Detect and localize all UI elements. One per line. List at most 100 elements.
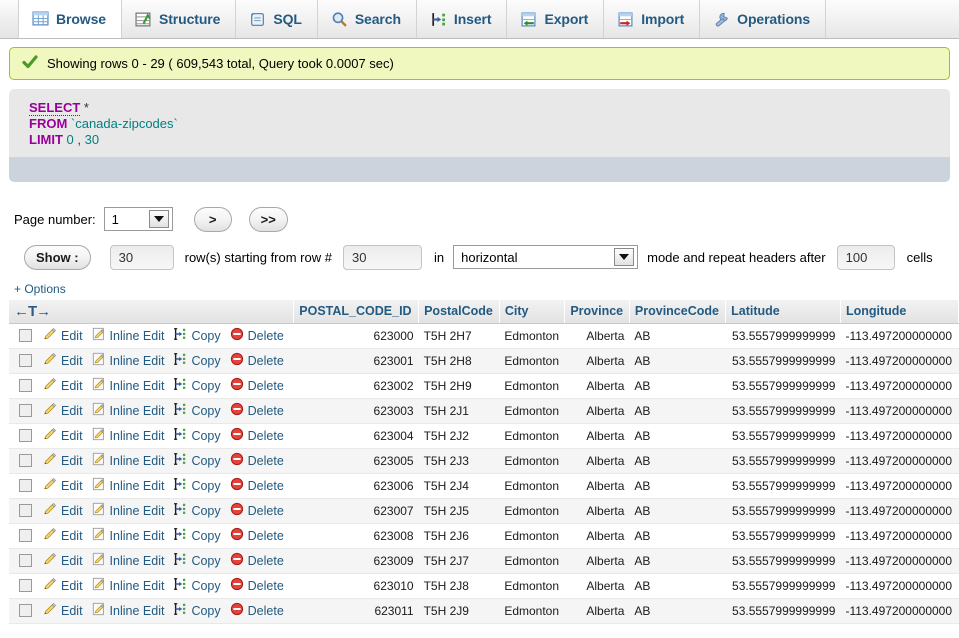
table-row[interactable]: EditInline EditCopyDelete623005T5H 2J3Ed…: [9, 448, 959, 473]
inline-edit-link[interactable]: Inline Edit: [110, 329, 165, 343]
edit-link[interactable]: Edit: [61, 554, 83, 568]
edit-link[interactable]: Edit: [61, 604, 83, 618]
delete-link[interactable]: Delete: [248, 579, 284, 593]
delete-link[interactable]: Delete: [248, 404, 284, 418]
copy-link[interactable]: Copy: [191, 354, 220, 368]
delete-link[interactable]: Delete: [248, 504, 284, 518]
row-checkbox[interactable]: [19, 504, 32, 517]
inline-edit-link[interactable]: Inline Edit: [110, 529, 165, 543]
inline-edit-link[interactable]: Inline Edit: [110, 579, 165, 593]
row-checkbox[interactable]: [19, 329, 32, 342]
delete-link[interactable]: Delete: [248, 479, 284, 493]
table-row[interactable]: EditInline EditCopyDelete623004T5H 2J2Ed…: [9, 423, 959, 448]
sql-line-1: SELECT *: [29, 100, 950, 116]
edit-link[interactable]: Edit: [61, 329, 83, 343]
tab-import[interactable]: Import: [603, 0, 700, 38]
table-row[interactable]: EditInline EditCopyDelete623011T5H 2J9Ed…: [9, 598, 959, 623]
next-page-button[interactable]: >: [194, 207, 232, 232]
delete-link[interactable]: Delete: [248, 454, 284, 468]
edit-link[interactable]: Edit: [61, 354, 83, 368]
copy-link[interactable]: Copy: [191, 429, 220, 443]
copy-link[interactable]: Copy: [191, 329, 220, 343]
row-checkbox[interactable]: [19, 379, 32, 392]
inline-edit-icon: [92, 452, 106, 469]
tab-operations[interactable]: Operations: [699, 0, 826, 38]
tab-insert[interactable]: Insert: [416, 0, 508, 38]
header-city[interactable]: City: [499, 300, 564, 323]
table-row[interactable]: EditInline EditCopyDelete623007T5H 2J5Ed…: [9, 498, 959, 523]
table-row[interactable]: EditInline EditCopyDelete623003T5H 2J1Ed…: [9, 398, 959, 423]
delete-link[interactable]: Delete: [248, 379, 284, 393]
copy-link[interactable]: Copy: [191, 579, 220, 593]
copy-link[interactable]: Copy: [191, 554, 220, 568]
display-mode-select[interactable]: horizontal: [453, 245, 638, 269]
edit-link[interactable]: Edit: [61, 529, 83, 543]
header-postalcode[interactable]: PostalCode: [419, 300, 500, 323]
tab-sql[interactable]: SQL: [235, 0, 317, 38]
start-row-input[interactable]: [343, 245, 422, 270]
row-checkbox[interactable]: [19, 354, 32, 367]
inline-edit-link[interactable]: Inline Edit: [110, 354, 165, 368]
inline-edit-link[interactable]: Inline Edit: [110, 504, 165, 518]
header-provincecode[interactable]: ProvinceCode: [629, 300, 725, 323]
edit-link[interactable]: Edit: [61, 379, 83, 393]
header-longitude[interactable]: Longitude: [840, 300, 958, 323]
edit-link[interactable]: Edit: [61, 429, 83, 443]
delete-link[interactable]: Delete: [248, 354, 284, 368]
inline-edit-link[interactable]: Inline Edit: [110, 554, 165, 568]
copy-link[interactable]: Copy: [191, 504, 220, 518]
row-checkbox[interactable]: [19, 454, 32, 467]
table-row[interactable]: EditInline EditCopyDelete623002T5H 2H9Ed…: [9, 373, 959, 398]
table-row[interactable]: EditInline EditCopyDelete623010T5H 2J8Ed…: [9, 573, 959, 598]
table-row[interactable]: EditInline EditCopyDelete623008T5H 2J6Ed…: [9, 523, 959, 548]
repeat-headers-input[interactable]: [837, 245, 895, 270]
table-row[interactable]: EditInline EditCopyDelete623009T5H 2J7Ed…: [9, 548, 959, 573]
tab-browse[interactable]: Browse: [18, 0, 122, 38]
delete-link[interactable]: Delete: [248, 554, 284, 568]
row-checkbox[interactable]: [19, 529, 32, 542]
copy-link[interactable]: Copy: [191, 404, 220, 418]
inline-edit-link[interactable]: Inline Edit: [110, 429, 165, 443]
inline-edit-link[interactable]: Inline Edit: [110, 604, 165, 618]
row-checkbox[interactable]: [19, 429, 32, 442]
copy-link[interactable]: Copy: [191, 454, 220, 468]
row-checkbox[interactable]: [19, 554, 32, 567]
last-page-button[interactable]: >>: [249, 207, 288, 232]
row-checkbox[interactable]: [19, 579, 32, 592]
header-postal-code-id[interactable]: POSTAL_CODE_ID: [294, 300, 419, 323]
copy-link[interactable]: Copy: [191, 529, 220, 543]
edit-link[interactable]: Edit: [61, 479, 83, 493]
tab-export[interactable]: Export: [506, 0, 604, 38]
options-toggle-link[interactable]: + Options: [0, 282, 66, 300]
sql-query-box[interactable]: SELECT * FROM `canada-zipcodes` LIMIT 0 …: [9, 89, 950, 157]
tab-structure[interactable]: Structure: [121, 0, 236, 38]
delete-link[interactable]: Delete: [248, 529, 284, 543]
delete-link[interactable]: Delete: [248, 604, 284, 618]
copy-link[interactable]: Copy: [191, 379, 220, 393]
tab-search[interactable]: Search: [317, 0, 417, 38]
table-row[interactable]: EditInline EditCopyDelete623000T5H 2H7Ed…: [9, 323, 959, 348]
inline-edit-link[interactable]: Inline Edit: [110, 479, 165, 493]
table-row[interactable]: EditInline EditCopyDelete623001T5H 2H8Ed…: [9, 348, 959, 373]
header-sort-arrows[interactable]: ←T→: [9, 300, 294, 323]
edit-link[interactable]: Edit: [61, 579, 83, 593]
copy-link[interactable]: Copy: [191, 604, 220, 618]
delete-link[interactable]: Delete: [248, 429, 284, 443]
row-checkbox[interactable]: [19, 479, 32, 492]
rows-count-input[interactable]: [110, 245, 174, 270]
row-checkbox[interactable]: [19, 404, 32, 417]
table-row[interactable]: EditInline EditCopyDelete623006T5H 2J4Ed…: [9, 473, 959, 498]
inline-edit-link[interactable]: Inline Edit: [110, 379, 165, 393]
copy-link[interactable]: Copy: [191, 479, 220, 493]
edit-link[interactable]: Edit: [61, 404, 83, 418]
edit-link[interactable]: Edit: [61, 504, 83, 518]
delete-link[interactable]: Delete: [248, 329, 284, 343]
header-latitude[interactable]: Latitude: [726, 300, 841, 323]
inline-edit-link[interactable]: Inline Edit: [110, 404, 165, 418]
edit-link[interactable]: Edit: [61, 454, 83, 468]
inline-edit-link[interactable]: Inline Edit: [110, 454, 165, 468]
header-province[interactable]: Province: [565, 300, 630, 323]
show-button[interactable]: Show :: [24, 245, 91, 270]
row-checkbox[interactable]: [19, 604, 32, 617]
page-number-select[interactable]: 1: [104, 207, 173, 231]
